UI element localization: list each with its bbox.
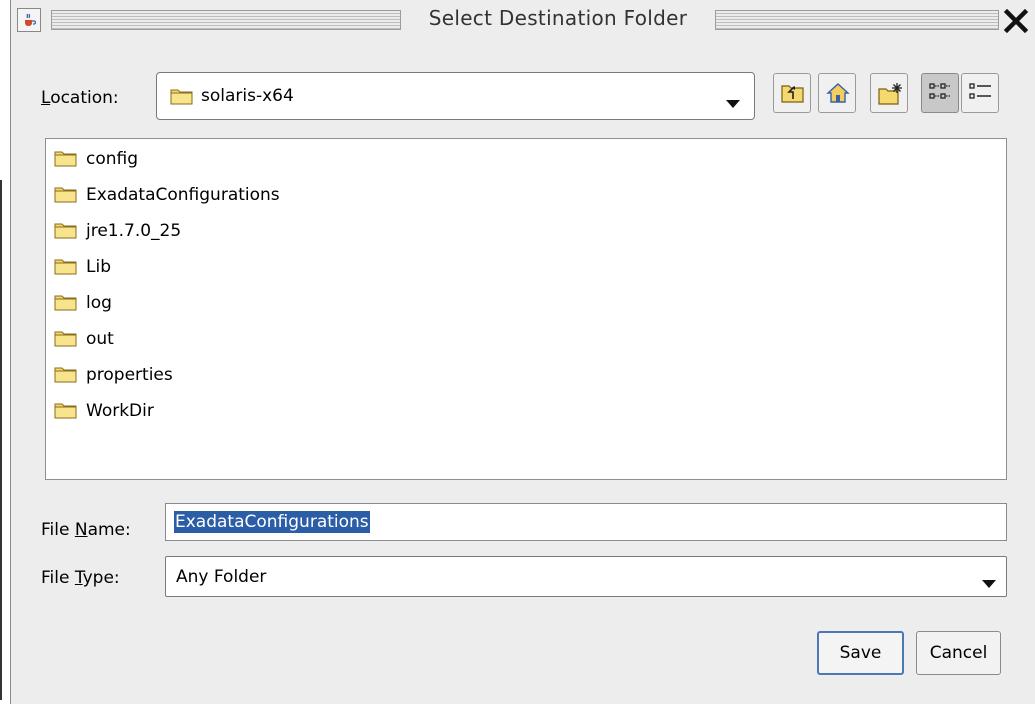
folder-icon xyxy=(54,185,78,208)
file-name-text: out xyxy=(86,329,114,349)
file-name-text: Lib xyxy=(86,257,111,277)
title-bar-grip-right xyxy=(715,10,999,30)
file-type-label-rest: ype: xyxy=(82,568,120,588)
file-type-combo[interactable]: Any Folder xyxy=(165,556,1007,597)
title-bar-grip-left xyxy=(51,10,401,30)
file-type-label-pre: File xyxy=(41,568,75,588)
folder-icon xyxy=(54,401,78,424)
location-label: Location: xyxy=(41,88,119,108)
file-name-value: ExadataConfigurations xyxy=(174,511,370,533)
file-name-label: File Name: xyxy=(41,520,131,540)
new-folder-icon xyxy=(878,83,902,105)
file-name-label-pre: File xyxy=(41,520,75,540)
file-name-text: jre1.7.0_25 xyxy=(86,221,182,241)
details-view-icon xyxy=(969,83,991,99)
chevron-down-icon[interactable] xyxy=(982,573,996,593)
file-name-text: config xyxy=(86,149,139,169)
file-name-label-mnemonic: N xyxy=(74,520,88,540)
close-icon[interactable] xyxy=(1001,6,1031,36)
file-list[interactable]: config ExadataConfigurations jre1.7.0_25… xyxy=(45,138,1007,480)
chevron-down-icon[interactable] xyxy=(726,93,740,113)
folder-icon xyxy=(54,221,78,244)
file-name-input[interactable]: ExadataConfigurations xyxy=(165,503,1007,541)
list-view-icon xyxy=(929,83,950,99)
file-type-label-mnemonic: T xyxy=(74,568,83,588)
file-type-value: Any Folder xyxy=(176,567,267,587)
create-new-folder-button[interactable] xyxy=(870,73,908,113)
details-view-toggle[interactable] xyxy=(961,73,999,113)
file-name-text: WorkDir xyxy=(86,401,154,421)
up-one-level-button[interactable] xyxy=(773,73,811,113)
file-type-label: File Type: xyxy=(41,568,120,588)
location-label-mnemonic: L xyxy=(41,88,51,108)
title-bar[interactable]: Select Destination Folder xyxy=(11,0,1035,42)
location-combo[interactable]: solaris-x64 xyxy=(156,72,755,120)
background-edge xyxy=(0,0,10,704)
folder-up-icon xyxy=(781,85,804,103)
background-divider xyxy=(0,180,2,700)
folder-icon xyxy=(54,329,78,352)
file-name-text: properties xyxy=(86,365,173,385)
folder-icon xyxy=(54,293,78,316)
home-icon xyxy=(826,83,850,103)
cancel-button[interactable]: Cancel xyxy=(916,631,1001,675)
folder-icon xyxy=(170,87,194,110)
save-button[interactable]: Save xyxy=(817,631,904,675)
file-name-label-rest: ame: xyxy=(87,520,131,540)
list-view-toggle[interactable] xyxy=(921,73,959,113)
java-cup-icon[interactable] xyxy=(17,8,41,32)
file-name-text: log xyxy=(86,293,112,313)
folder-icon xyxy=(54,257,78,280)
select-destination-folder-dialog: Select Destination Folder Location: sola… xyxy=(10,0,1035,704)
home-button[interactable] xyxy=(818,73,856,113)
location-label-text: ocation: xyxy=(50,88,119,108)
folder-icon xyxy=(54,149,78,172)
folder-icon xyxy=(54,365,78,388)
file-name-text: ExadataConfigurations xyxy=(86,185,280,205)
location-value: solaris-x64 xyxy=(201,86,294,106)
window-title: Select Destination Folder xyxy=(428,6,688,30)
